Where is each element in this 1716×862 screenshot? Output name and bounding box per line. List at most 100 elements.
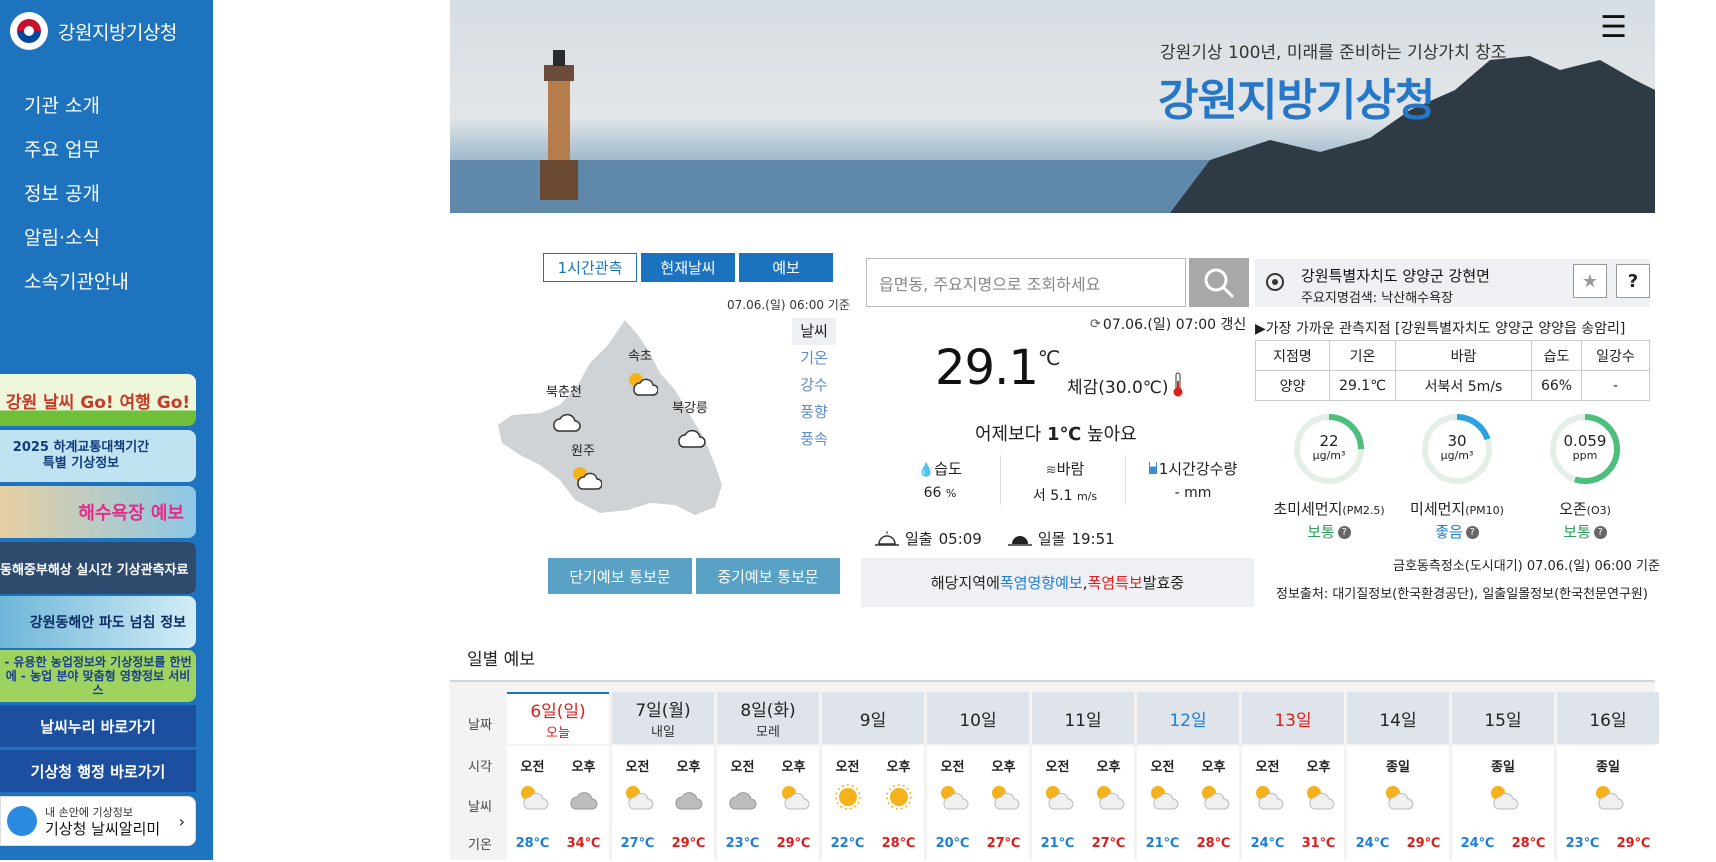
help-circle-icon[interactable]: ?: [1465, 526, 1479, 539]
tab-current-weather[interactable]: 현재날씨: [641, 253, 735, 282]
cloudy-icon: [558, 782, 609, 812]
nav-item-branches[interactable]: 소속기관안내: [24, 260, 129, 304]
banner-wave-overflow-text: 강원동해안 파도 넘침 정보: [29, 615, 186, 631]
site-logo[interactable]: 강원지방기상청: [10, 12, 177, 50]
map-timestamp: 07.06.(일) 06:00 기준: [727, 298, 850, 312]
obs-header-rain: 일강수: [1581, 340, 1650, 371]
forecast-date: 6일(일): [530, 702, 586, 722]
air-gauge: 22 μg/m³: [1292, 412, 1366, 486]
humidity-stat: 💧습도 66 %: [880, 458, 1000, 501]
layer-temperature[interactable]: 기온: [792, 345, 836, 372]
divider: [1000, 455, 1001, 505]
heat-warning-notice[interactable]: 해당지역에 폭염영향예보, 폭염 특보 발효중: [861, 558, 1254, 607]
humidity-label: 습도: [934, 460, 962, 478]
nav-item-about[interactable]: 기관 소개: [24, 84, 129, 128]
forecast-time-slot: 오전: [835, 760, 860, 775]
banner-travel[interactable]: 강원 날씨 Go! 여행 Go!: [0, 374, 196, 426]
target-location-icon[interactable]: [1266, 273, 1284, 291]
kma-admin-link[interactable]: 기상청 행정 바로가기: [0, 750, 196, 792]
forecast-time-slot: 종일: [1491, 760, 1515, 775]
forecast-low-temp: 21℃: [1145, 836, 1180, 851]
compare-prefix: 어제보다: [975, 424, 1047, 445]
alert-special: 특보: [1115, 574, 1143, 592]
sunset-icon: [1007, 535, 1032, 546]
weather-nuri-link[interactable]: 날씨누리 바로가기: [0, 705, 196, 747]
sunrise-icon: [875, 530, 899, 546]
forecast-date: 14일: [1379, 710, 1417, 731]
forecast-day-header: 13일: [1242, 692, 1344, 744]
wind-label: 바람: [1056, 460, 1085, 478]
forecast-low-temp: 23℃: [1565, 836, 1600, 851]
short-term-forecast-button[interactable]: 단기예보 통보문: [548, 558, 692, 594]
forecast-date: 13일: [1274, 710, 1312, 731]
forecast-time-slot: 종일: [1386, 760, 1410, 775]
hamburger-menu-icon[interactable]: ☰: [1600, 10, 1627, 45]
banner-summer-traffic-text: 2025 하계교통대책기간 특별 기상정보: [12, 440, 150, 471]
droplet-icon: 💧: [918, 463, 935, 478]
obs-station: 양양: [1255, 370, 1330, 401]
partly-cloudy-icon: [1452, 782, 1554, 812]
forecast-low-temp: 23℃: [725, 836, 760, 851]
nav-item-info[interactable]: 정보 공개: [24, 172, 129, 216]
partly-cloudy-icon: [978, 782, 1029, 812]
layer-wind-speed[interactable]: 풍속: [792, 426, 836, 453]
mid-term-forecast-button[interactable]: 중기예보 통보문: [696, 558, 840, 594]
help-button[interactable]: ?: [1616, 264, 1650, 298]
help-circle-icon[interactable]: ?: [1593, 526, 1607, 539]
favorite-star-button[interactable]: ★: [1573, 264, 1607, 298]
air-label: 미세먼지(PM10): [1397, 498, 1517, 519]
air-grade-text: 보통: [1563, 523, 1591, 541]
banner-wave-overflow[interactable]: 강원동해안 파도 넘침 정보: [0, 596, 196, 648]
air-unit: μg/m³: [1312, 449, 1346, 462]
forecast-time-slot: 오후: [781, 760, 806, 775]
air-station: 금호동측정소(도시대기) 07.06.(일) 06:00 기준: [1393, 559, 1660, 574]
help-circle-icon[interactable]: ?: [1337, 526, 1351, 539]
location-search-input[interactable]: 읍면동, 주요지명으로 조회하세요: [866, 258, 1186, 307]
air-value: 0.059: [1563, 432, 1607, 450]
alert-heat-impact: 폭염영향예보: [999, 574, 1083, 592]
sunrise-label: 일출: [905, 530, 933, 548]
weather-alarm-app-banner[interactable]: 내 손안에 기상정보 기상청 날씨알리미 ›: [0, 796, 196, 846]
forecast-day-header: 11일: [1032, 692, 1134, 744]
forecast-date: 7일(월): [635, 701, 691, 721]
forecast-date: 8일(화): [740, 701, 796, 721]
forecast-day-header: 14일: [1347, 692, 1449, 744]
search-button[interactable]: [1189, 258, 1249, 307]
gangwon-map: [498, 320, 722, 515]
location-name: 강원특별자치도 양양군 강현면: [1301, 267, 1490, 285]
tab-hourly-observation[interactable]: 1시간관측: [543, 253, 637, 282]
refresh-icon[interactable]: ⟳: [1090, 317, 1101, 332]
banner-beach-forecast[interactable]: 해수욕장 예보: [0, 486, 196, 538]
row-label-time: 시각: [468, 760, 492, 775]
forecast-time-slot: 오후: [991, 760, 1016, 775]
air-label: 오존(O3): [1525, 498, 1645, 519]
obs-wind: 서북서 5m/s: [1395, 370, 1532, 401]
forecast-day-label: 오늘: [546, 726, 570, 741]
forecast-low-temp: 20℃: [935, 836, 970, 851]
compare-yesterday: 어제보다 1℃ 높아요: [975, 420, 1137, 446]
banner-summer-traffic[interactable]: 2025 하계교통대책기간 특별 기상정보: [0, 430, 196, 482]
forecast-high-temp: 28℃: [1196, 836, 1231, 851]
forecast-time-slot: 오전: [940, 760, 965, 775]
layer-weather[interactable]: 날씨: [792, 318, 836, 345]
cloudy-icon: [663, 782, 714, 812]
tab-forecast[interactable]: 예보: [739, 253, 833, 282]
layer-wind-direction[interactable]: 풍향: [792, 399, 836, 426]
observation-table: 지점명 기온 바람 습도 일강수 양양 29.1℃ 서북서 5m/s 66% -: [1255, 340, 1650, 401]
government-emblem-icon: [10, 12, 48, 50]
sunny-icon: [873, 782, 924, 812]
row-label-weather: 날씨: [468, 800, 492, 815]
layer-precipitation[interactable]: 강수: [792, 372, 836, 399]
partly-cloudy-icon: [612, 782, 663, 812]
nav-item-news[interactable]: 알림·소식: [24, 216, 129, 260]
partly-cloudy-icon: [573, 467, 602, 490]
forecast-low-temp: 27℃: [620, 836, 655, 851]
obs-header-humidity: 습도: [1531, 340, 1582, 371]
banner-agriculture[interactable]: - 유용한 농업정보와 기상정보를 한번에 - 농업 분야 맞춤형 영향정보 서…: [0, 650, 196, 702]
nav-item-work[interactable]: 주요 업무: [24, 128, 129, 172]
rainfall-value: - mm: [1174, 485, 1212, 501]
air-grade: 좋음?: [1397, 521, 1517, 542]
banner-sea-observation[interactable]: 동해중부해상 실시간 기상관측자료: [0, 542, 196, 594]
forecast-high-temp: 29℃: [1406, 836, 1441, 851]
map-tabs: 1시간관측 현재날씨 예보: [543, 253, 833, 282]
